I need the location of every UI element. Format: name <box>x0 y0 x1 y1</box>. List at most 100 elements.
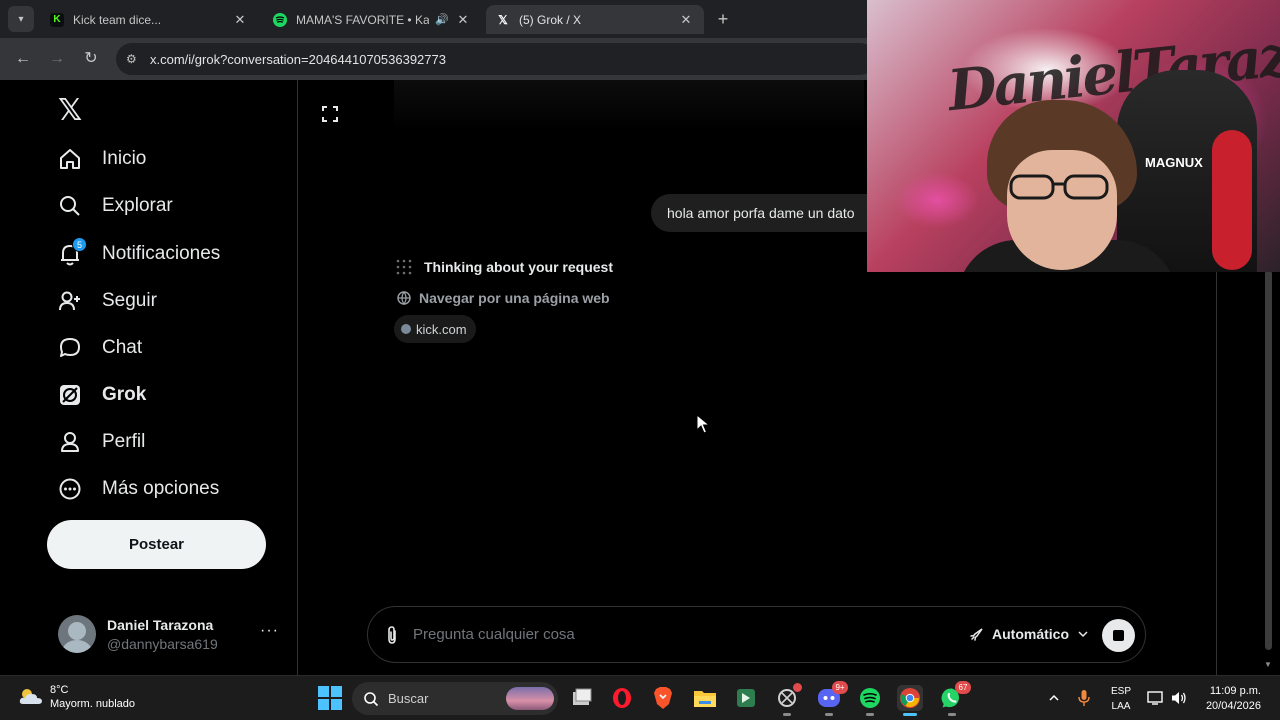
whatsapp-badge: 67 <box>955 681 971 694</box>
mode-label: Automático <box>992 626 1069 642</box>
sidebar-item-inicio[interactable]: Inicio <box>56 139 146 179</box>
kick-icon: K <box>50 12 64 27</box>
tab-title: Kick team dice... <box>73 12 162 27</box>
browse-step-text: Navegar por una página web <box>419 290 610 306</box>
tab-search-menu-button[interactable]: ▾ <box>8 6 34 32</box>
reload-icon[interactable]: ↻ <box>80 48 102 70</box>
scrollbar[interactable] <box>1265 270 1272 650</box>
address-bar[interactable]: ⚙ x.com/i/grok?conversation=204644107053… <box>116 43 876 75</box>
webcam-overlay: DanielTarazona MAGNUX <box>867 0 1280 272</box>
weather-temp: 8°C <box>50 684 69 696</box>
back-icon[interactable]: ← <box>12 48 34 70</box>
spotify-icon <box>273 12 287 27</box>
more-horizontal-icon[interactable]: ··· <box>260 622 279 640</box>
profile-icon <box>56 428 84 456</box>
snipping-tool-icon[interactable] <box>774 683 802 716</box>
expand-icon[interactable] <box>321 105 339 123</box>
close-tab-icon[interactable]: ✕ <box>232 12 248 28</box>
volume-icon[interactable] <box>1166 685 1192 711</box>
source-chip[interactable]: kick.com <box>394 315 476 343</box>
mouse-cursor-icon <box>696 413 711 439</box>
cloud-sun-icon <box>19 689 42 704</box>
language-bottom: LAA <box>1111 701 1131 712</box>
opera-icon[interactable] <box>609 685 635 711</box>
account-name: Daniel Tarazona <box>107 616 214 633</box>
avatar <box>58 615 96 653</box>
thinking-text: Thinking about your request <box>424 259 614 275</box>
tab-grok[interactable]: 𝕏 (5) Grok / X ✕ <box>486 5 704 34</box>
x-logo-icon[interactable]: 𝕏 <box>58 93 82 128</box>
speaker-icon[interactable]: 🔊 <box>435 13 449 26</box>
sidebar-item-label: Perfil <box>102 431 146 452</box>
scroll-down-icon[interactable]: ▼ <box>1264 660 1272 669</box>
app-icon[interactable] <box>733 685 759 711</box>
running-indicator <box>783 713 791 716</box>
tab-spotify[interactable]: MAMA'S FAVORITE • Kanye 🔊 ✕ <box>263 5 481 34</box>
grok-composer[interactable]: Pregunta cualquier cosa Automático <box>367 606 1146 663</box>
tab-kick[interactable]: K Kick team dice... ✕ <box>40 5 258 34</box>
sidebar: 𝕏 Inicio Explorar 5 Notificaciones Segui… <box>0 80 298 675</box>
thinking-status[interactable]: Thinking about your request <box>395 258 613 276</box>
new-tab-button[interactable]: + <box>712 8 734 30</box>
search-icon <box>364 691 379 706</box>
x-icon: 𝕏 <box>498 12 508 27</box>
grok-icon <box>56 381 84 409</box>
top-fade <box>394 80 864 132</box>
follow-icon <box>56 287 84 315</box>
post-button[interactable]: Postear <box>47 520 266 569</box>
composer-input[interactable]: Pregunta cualquier cosa <box>413 626 575 643</box>
sidebar-item-seguir[interactable]: Seguir <box>56 281 157 321</box>
account-handle: @dannybarsa619 <box>107 635 218 652</box>
close-tab-icon[interactable]: ✕ <box>455 12 471 28</box>
chair-stripe <box>1212 130 1252 270</box>
streamer-face <box>1007 150 1117 270</box>
attach-icon[interactable] <box>385 625 399 650</box>
tab-title: MAMA'S FAVORITE • Kanye <box>296 12 430 27</box>
language-top: ESP <box>1110 686 1131 697</box>
bell-icon: 5 <box>56 237 87 268</box>
taskbar-search-label: Buscar <box>388 691 429 706</box>
forward-icon[interactable]: → <box>46 48 68 70</box>
search-icon <box>56 192 84 220</box>
stop-icon <box>1113 630 1124 641</box>
running-indicator <box>948 713 956 716</box>
file-explorer-icon[interactable] <box>692 685 718 711</box>
recording-dot <box>793 683 802 692</box>
running-indicator <box>903 713 917 716</box>
site-info-icon[interactable]: ⚙ <box>126 52 144 66</box>
weather-widget[interactable]: 8°C Mayorm. nublado <box>18 684 135 710</box>
whatsapp-icon[interactable]: 67 <box>939 681 971 716</box>
task-view-icon[interactable] <box>569 685 595 711</box>
sidebar-item-mas-opciones[interactable]: Más opciones <box>56 469 219 509</box>
close-tab-icon[interactable]: ✕ <box>678 12 694 28</box>
stop-button[interactable] <box>1102 619 1135 652</box>
sidebar-item-perfil[interactable]: Perfil <box>56 422 145 462</box>
system-clock[interactable]: 11:09 p.m. 20/04/2026 <box>1199 684 1261 714</box>
sidebar-item-explorar[interactable]: Explorar <box>56 186 173 226</box>
taskbar-search[interactable]: Buscar <box>352 682 558 715</box>
windows-taskbar: 8°C Mayorm. nublado Buscar 9+ 67 ESP LAA… <box>0 675 1280 720</box>
running-indicator <box>825 713 833 716</box>
brave-icon[interactable] <box>650 685 676 711</box>
chrome-icon[interactable] <box>897 685 923 716</box>
microphone-icon[interactable] <box>1071 685 1097 711</box>
clock-date: 20/04/2026 <box>1205 700 1261 712</box>
sidebar-item-grok[interactable]: Grok <box>56 375 146 415</box>
sidebar-item-notificaciones[interactable]: 5 Notificaciones <box>56 234 220 274</box>
sidebar-item-chat[interactable]: Chat <box>56 328 142 368</box>
sidebar-item-label: Notificaciones <box>102 243 221 264</box>
chevron-down-icon <box>1078 631 1088 638</box>
language-indicator[interactable]: ESP LAA <box>1108 684 1134 714</box>
running-indicator <box>866 713 874 716</box>
home-icon <box>56 145 84 173</box>
source-chip-label: kick.com <box>416 321 467 337</box>
tray-overflow-chevron-icon[interactable] <box>1041 685 1067 711</box>
weather-desc: Mayorm. nublado <box>50 698 135 710</box>
windows-start-icon[interactable] <box>318 686 342 710</box>
mode-selector[interactable]: Automático <box>969 626 1089 642</box>
chair-brand: MAGNUX <box>1145 155 1203 170</box>
search-highlight-image <box>506 687 554 710</box>
discord-icon[interactable]: 9+ <box>816 681 848 716</box>
spotify-icon[interactable] <box>857 685 883 716</box>
account-switcher[interactable]: Daniel Tarazona @dannybarsa619 ··· <box>58 612 288 656</box>
